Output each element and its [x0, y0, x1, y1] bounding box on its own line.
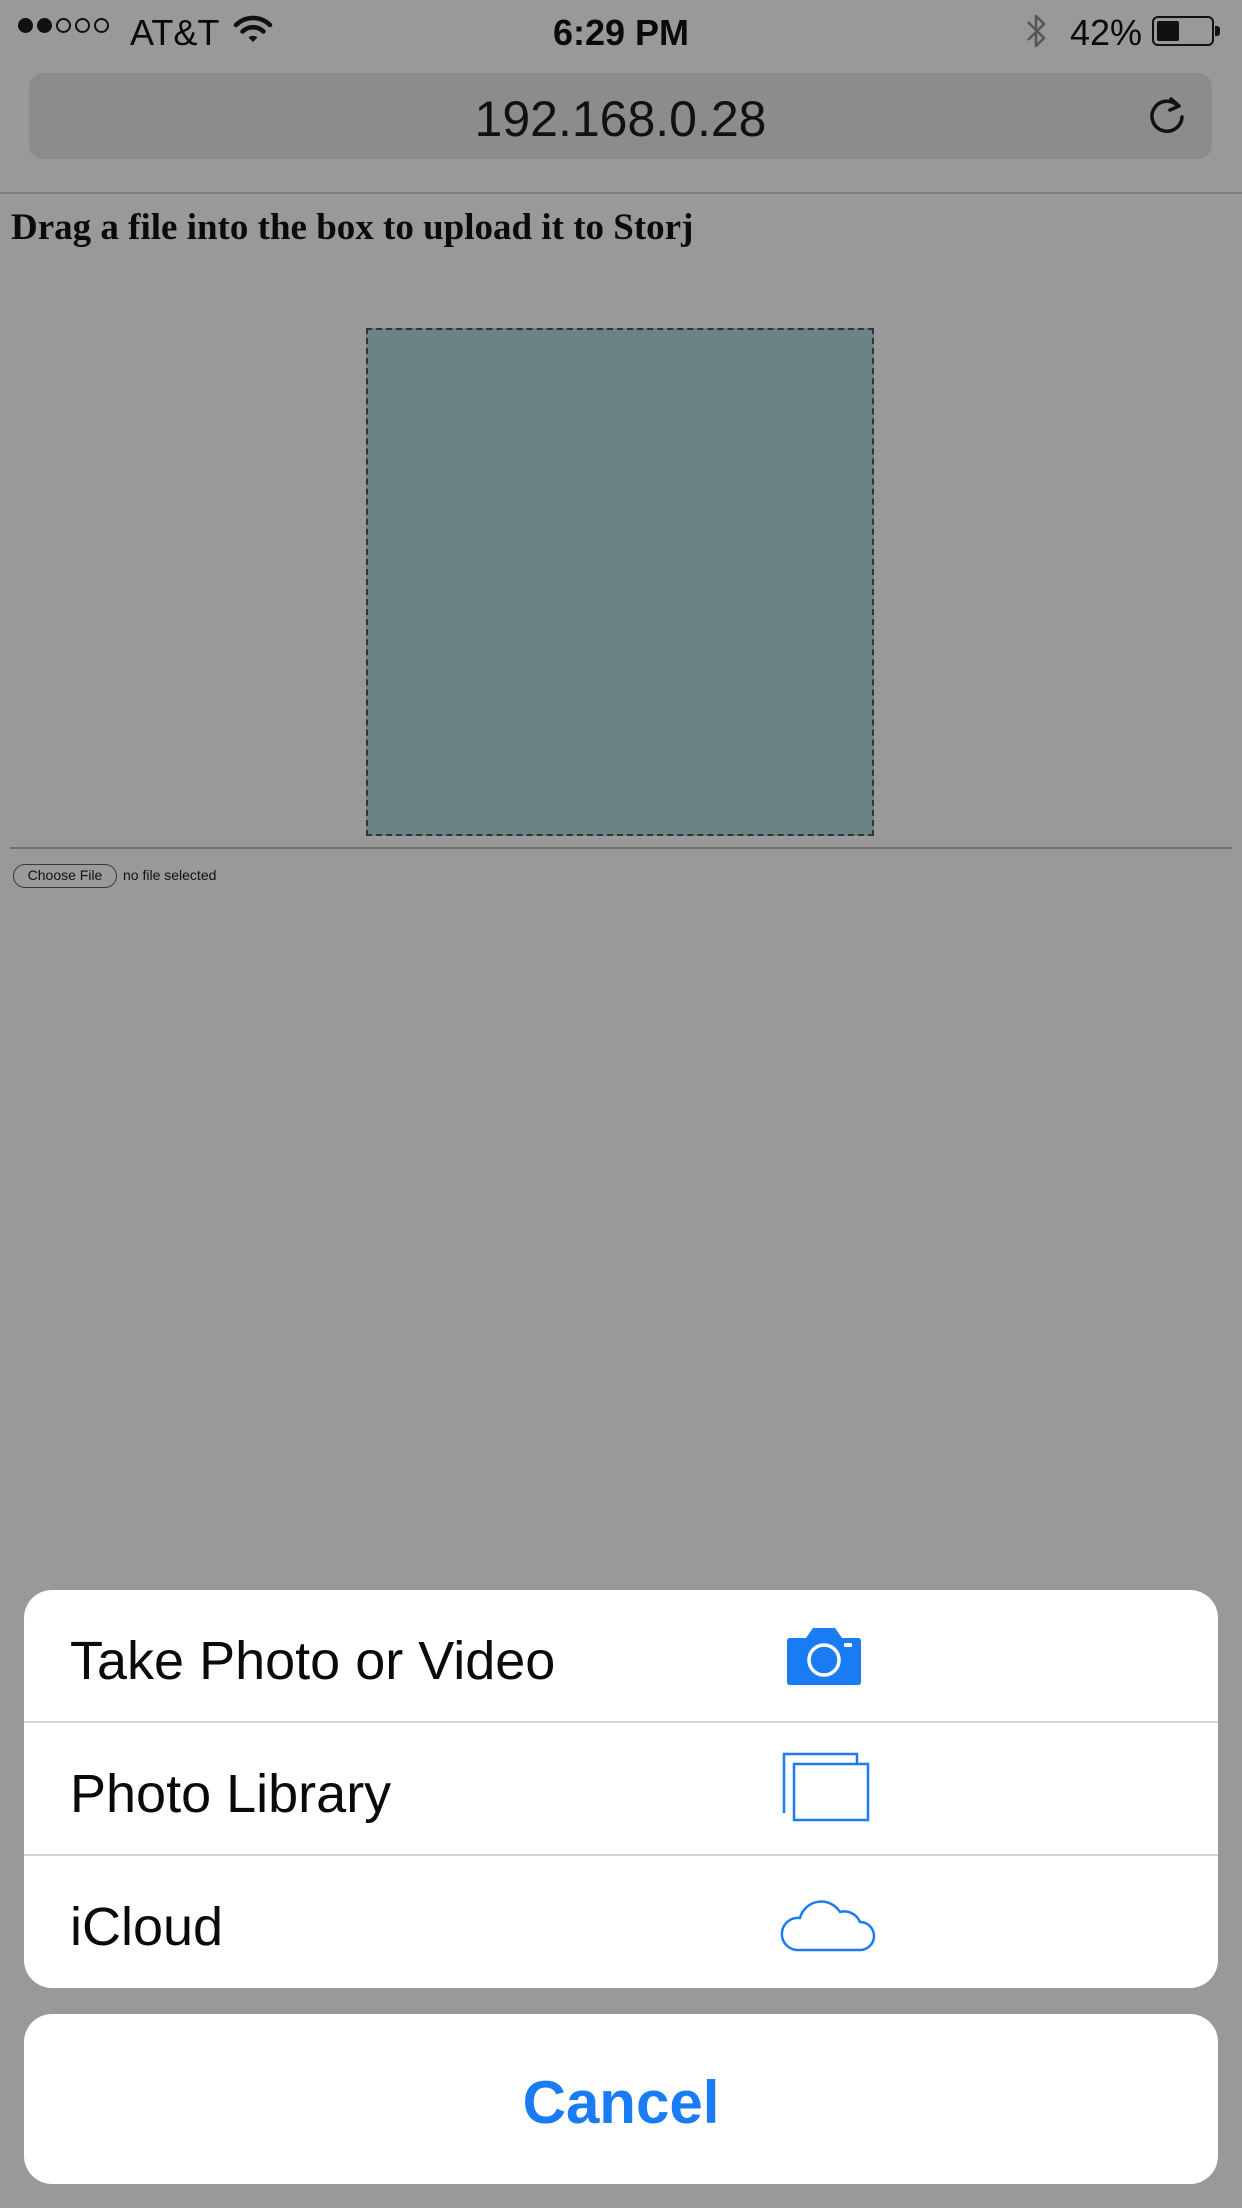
battery-level-fill	[1157, 21, 1179, 41]
header-divider	[0, 192, 1242, 194]
photo-library-option[interactable]: Photo Library	[24, 1723, 1218, 1855]
take-photo-option[interactable]: Take Photo or Video	[24, 1590, 1218, 1722]
content-divider	[10, 847, 1232, 849]
reload-icon[interactable]	[1144, 93, 1190, 144]
file-status-text: no file selected	[123, 867, 217, 883]
icloud-option[interactable]: iCloud	[24, 1856, 1218, 1988]
icloud-label: iCloud	[70, 1897, 224, 1957]
battery-percent: 42%	[1070, 12, 1143, 53]
status-time: 6:29 PM	[552, 12, 690, 53]
address-bar[interactable]: 192.168.0.28	[29, 73, 1212, 159]
take-photo-label: Take Photo or Video	[70, 1631, 556, 1691]
action-sheet: Take Photo or Video Photo Library iCloud	[24, 1590, 1218, 1988]
file-drop-zone[interactable]	[366, 328, 874, 836]
photo-library-icon	[781, 1751, 871, 1828]
camera-icon	[786, 1624, 862, 1691]
cancel-button[interactable]: Cancel	[24, 2014, 1218, 2184]
url-text: 192.168.0.28	[474, 91, 767, 147]
page-title: Drag a file into the box to upload it to…	[11, 207, 694, 248]
choose-file-button[interactable]: Choose File	[13, 864, 117, 888]
bluetooth-icon	[1021, 11, 1051, 56]
status-bar: AT&T 6:29 PM 42%	[0, 0, 1242, 62]
photo-library-label: Photo Library	[70, 1764, 392, 1824]
icloud-icon	[776, 1890, 876, 1959]
cancel-label: Cancel	[522, 2069, 720, 2136]
battery-icon	[1152, 16, 1220, 46]
